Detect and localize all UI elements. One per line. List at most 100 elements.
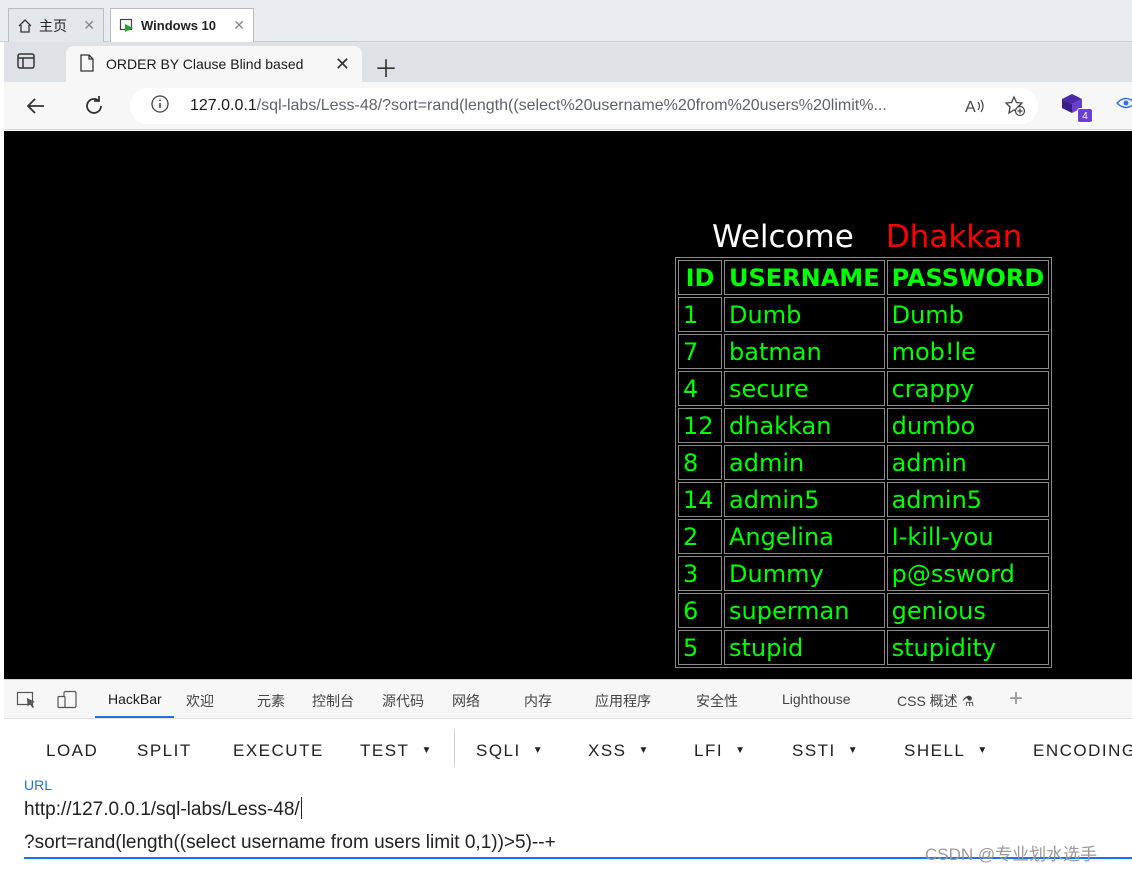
header-id: ID [678, 260, 722, 295]
cell-username: Dummy [724, 556, 885, 591]
flask-icon: ⚗ [961, 693, 975, 709]
url-input-line-1[interactable]: http://127.0.0.1/sql-labs/Less-48/ [24, 797, 302, 821]
table-row: 4 secure crappy [678, 371, 1050, 406]
url-input-line-2[interactable]: ?sort=rand(length((select username from … [24, 832, 556, 854]
cell-password: genious [886, 593, 1050, 628]
inspect-icon[interactable] [16, 690, 38, 713]
ssti-label: SSTI [792, 741, 836, 760]
load-button[interactable]: LOAD [46, 741, 98, 761]
xss-label: XSS [588, 741, 627, 760]
vm-console-icon [119, 18, 135, 34]
cell-username: admin [724, 445, 885, 480]
sqli-label: SQLI [476, 741, 521, 760]
tab-css-overview-label: CSS 概述 [897, 693, 958, 709]
vm-tab-strip: 主页 ✕ Windows 10 ✕ [0, 0, 1132, 42]
table-row: 8 admin admin [678, 445, 1050, 480]
page-content: Welcome Dhakkan ID USERNAME PASSWORD 1 Dum… [4, 131, 1132, 679]
tab-css-overview[interactable]: CSS 概述 ⚗ [897, 691, 974, 711]
cell-id: 5 [678, 630, 722, 665]
cell-id: 8 [678, 445, 722, 480]
split-button[interactable]: SPLIT [137, 741, 192, 761]
add-tool-icon[interactable]: + [1009, 685, 1023, 713]
add-favorite-icon[interactable] [1004, 95, 1026, 122]
tab-memory[interactable]: 内存 [524, 691, 552, 711]
close-icon[interactable]: ✕ [335, 54, 350, 75]
sidebar-toggle-icon[interactable] [16, 51, 36, 76]
cell-id: 7 [678, 334, 722, 369]
navigation-bar: 127.0.0.1/sql-labs/Less-48/?sort=rand(le… [4, 82, 1132, 130]
toolbar-divider [454, 729, 455, 767]
url-line-1-text: http://127.0.0.1/sql-labs/Less-48/ [24, 799, 300, 820]
execute-button[interactable]: EXECUTE [233, 741, 324, 761]
vm-tab-label: 主页 [39, 17, 67, 34]
welcome-text: Welcome [712, 219, 854, 255]
tab-lighthouse[interactable]: Lighthouse [782, 691, 851, 707]
table-row: 3 Dummy p@ssword [678, 556, 1050, 591]
tab-welcome[interactable]: 欢迎 [186, 691, 214, 711]
info-icon[interactable] [150, 94, 170, 119]
welcome-heading: Welcome Dhakkan [712, 219, 1022, 255]
tab-application[interactable]: 应用程序 [595, 691, 651, 711]
read-aloud-icon[interactable]: A [964, 96, 986, 121]
cell-password: crappy [886, 371, 1050, 406]
watermark: CSDN @专业划水选手 [925, 845, 1098, 864]
table-row: 6 superman genious [678, 593, 1050, 628]
browser-tab-active[interactable]: ORDER BY Clause Blind based ✕ [66, 46, 362, 82]
vm-tab-label: Windows 10 [141, 18, 217, 33]
address-host: 127.0.0.1 [190, 97, 257, 114]
chevron-down-icon: ▼ [532, 745, 545, 756]
vm-tab-home[interactable]: 主页 ✕ [8, 8, 104, 42]
test-button[interactable]: TEST ▼ [360, 741, 433, 761]
svg-text:A: A [965, 99, 976, 116]
chevron-down-icon: ▼ [847, 745, 860, 756]
hackbar-toolbar: LOAD SPLIT EXECUTE TEST ▼ SQLI ▼ XSS ▼ LFI ▼… [4, 719, 1132, 777]
tab-elements[interactable]: 元素 [257, 691, 285, 711]
ssti-button[interactable]: SSTI ▼ [792, 741, 859, 761]
table-row: 2 Angelina I-kill-you [678, 519, 1050, 554]
address-bar[interactable]: 127.0.0.1/sql-labs/Less-48/?sort=rand(le… [130, 88, 1038, 124]
lfi-button[interactable]: LFI ▼ [694, 741, 746, 761]
cell-password: dumbo [886, 408, 1050, 443]
tab-security[interactable]: 安全性 [696, 691, 738, 711]
close-icon[interactable]: ✕ [233, 17, 245, 34]
device-emulation-icon[interactable] [56, 690, 78, 713]
tab-sources[interactable]: 源代码 [382, 691, 424, 711]
cell-password: admin [886, 445, 1050, 480]
cell-username: secure [724, 371, 885, 406]
page-icon [80, 53, 94, 75]
close-icon[interactable]: ✕ [83, 17, 95, 34]
cell-id: 1 [678, 297, 722, 332]
test-label: TEST [360, 741, 410, 760]
new-tab-icon[interactable]: ＋ [374, 49, 398, 84]
xss-button[interactable]: XSS ▼ [588, 741, 650, 761]
address-url: 127.0.0.1/sql-labs/Less-48/?sort=rand(le… [190, 97, 887, 115]
shell-label: SHELL [904, 741, 966, 760]
chevron-down-icon: ▼ [638, 745, 650, 756]
table-row: 12 dhakkan dumbo [678, 408, 1050, 443]
cell-id: 2 [678, 519, 722, 554]
eye-icon[interactable] [1116, 96, 1132, 115]
cell-username: stupid [724, 630, 885, 665]
vm-tab-windows10[interactable]: Windows 10 ✕ [110, 8, 254, 42]
cell-username: batman [724, 334, 885, 369]
tab-hackbar[interactable]: HackBar [108, 691, 162, 707]
shell-button[interactable]: SHELL ▼ [904, 741, 989, 761]
cell-username: admin5 [724, 482, 885, 517]
lfi-label: LFI [694, 741, 724, 760]
cell-id: 3 [678, 556, 722, 591]
chevron-down-icon: ▼ [421, 745, 433, 756]
cell-username: Angelina [724, 519, 885, 554]
cell-id: 4 [678, 371, 722, 406]
tab-console[interactable]: 控制台 [312, 691, 354, 711]
sqli-button[interactable]: SQLI ▼ [476, 741, 544, 761]
cell-id: 6 [678, 593, 722, 628]
tab-network[interactable]: 网络 [452, 691, 480, 711]
user-name: Dhakkan [885, 219, 1023, 255]
tab-title: ORDER BY Clause Blind based [106, 56, 304, 72]
cell-password: stupidity [886, 630, 1050, 665]
active-tab-indicator [95, 716, 174, 718]
back-icon[interactable] [24, 94, 48, 123]
header-username: USERNAME [724, 260, 885, 295]
encoding-button[interactable]: ENCODING [1033, 741, 1132, 761]
refresh-icon[interactable] [82, 94, 106, 123]
